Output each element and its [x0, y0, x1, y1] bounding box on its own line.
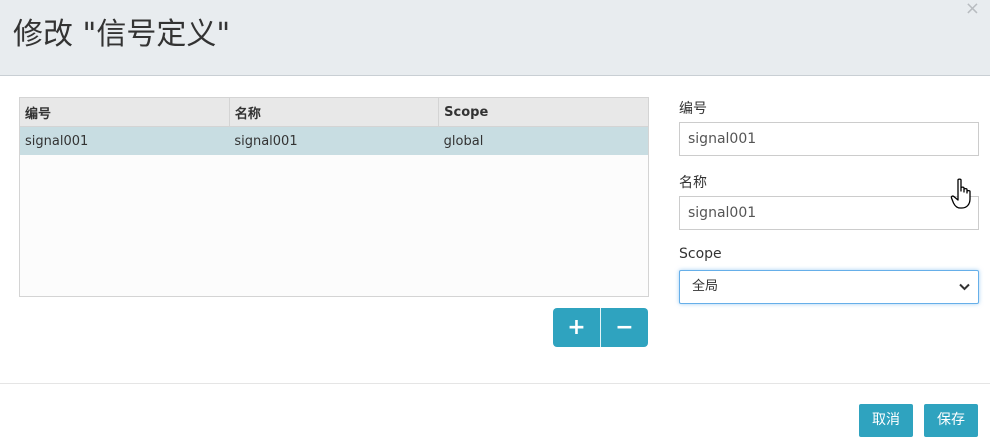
- save-button[interactable]: 保存: [924, 404, 978, 437]
- add-row-button[interactable]: +: [553, 308, 601, 347]
- id-field[interactable]: signal001: [679, 122, 979, 156]
- cell-scope[interactable]: global: [438, 126, 648, 155]
- close-icon[interactable]: ×: [965, 0, 980, 18]
- hand-pointer-cursor-icon: [950, 178, 971, 209]
- column-header-name[interactable]: 名称: [229, 98, 440, 127]
- scope-selected-value: 全局: [692, 279, 719, 294]
- name-field[interactable]: signal001: [679, 196, 979, 230]
- column-header-scope[interactable]: Scope: [438, 98, 648, 127]
- cell-name[interactable]: signal001: [229, 126, 439, 155]
- signal-table: 编号 名称 Scope signal001 signal001 global: [19, 97, 649, 297]
- scope-select[interactable]: 全局: [679, 270, 979, 304]
- id-field-label: 编号: [679, 101, 707, 117]
- cell-id[interactable]: signal001: [20, 126, 230, 155]
- table-row[interactable]: signal001 signal001 global: [20, 126, 648, 155]
- dialog-title: 修改 "信号定义": [13, 17, 231, 52]
- row-action-buttons: + −: [553, 308, 648, 347]
- footer-divider: [0, 383, 990, 384]
- chevron-down-icon: [959, 271, 970, 303]
- cancel-button[interactable]: 取消: [859, 404, 913, 437]
- table-header-row: 编号 名称 Scope: [20, 98, 648, 127]
- edit-signal-dialog: 修改 "信号定义" × 编号 名称 Scope signal001 signal…: [0, 0, 990, 444]
- name-field-label: 名称: [679, 175, 707, 191]
- remove-row-button[interactable]: −: [601, 308, 648, 347]
- column-header-id[interactable]: 编号: [20, 98, 230, 127]
- dialog-header: 修改 "信号定义" ×: [0, 0, 990, 76]
- scope-field-label: Scope: [679, 246, 722, 262]
